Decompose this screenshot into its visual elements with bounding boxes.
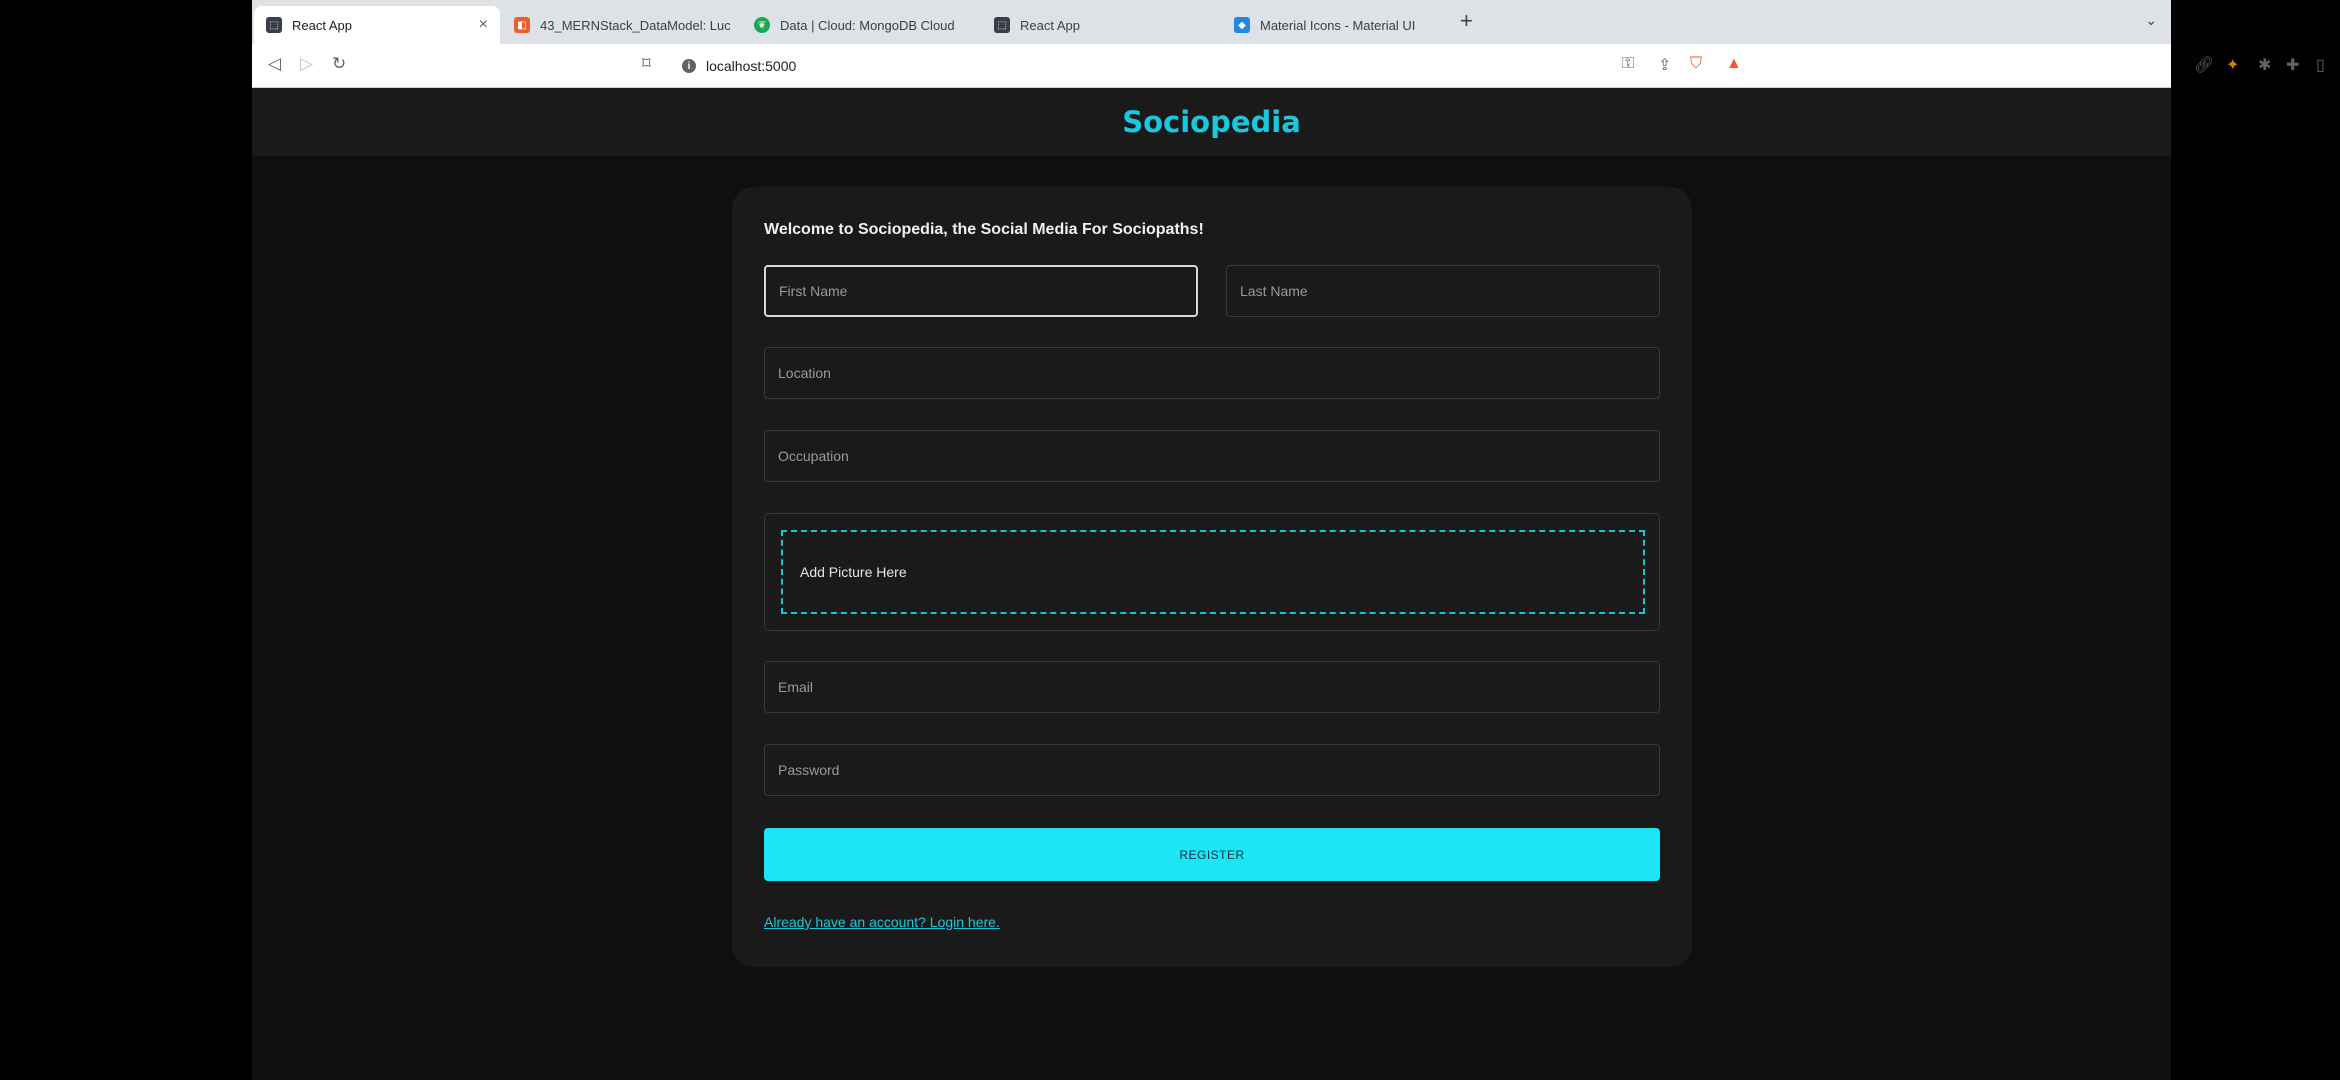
mongodb-favicon-icon: ❦ [754, 17, 770, 33]
location-input[interactable] [765, 348, 1659, 398]
close-tab-icon[interactable]: × [479, 16, 488, 34]
key-icon[interactable]: ⚿ [1622, 55, 1634, 73]
forward-icon[interactable]: ▷ [300, 54, 313, 74]
first-name-input[interactable] [766, 267, 1196, 315]
tab-mongodb[interactable]: ❦ Data | Cloud: MongoDB Cloud [742, 6, 982, 44]
tab-react-app-active[interactable]: ⬚ React App × [254, 6, 500, 44]
occupation-input[interactable] [765, 431, 1659, 481]
sidebar-icon[interactable]: ▯ [2316, 55, 2325, 75]
picture-upload-box: Add Picture Here [764, 513, 1660, 631]
email-input[interactable] [765, 662, 1659, 712]
password-input[interactable] [765, 745, 1659, 795]
brave-rewards-icon[interactable]: ▲ [1726, 55, 1742, 73]
new-tab-icon[interactable]: + [1460, 8, 1473, 34]
picture-dropzone[interactable]: Add Picture Here [781, 530, 1645, 614]
back-icon[interactable]: ◁ [268, 54, 281, 74]
tab-lucid[interactable]: ◧ 43_MERNStack_DataModel: Lucid [502, 6, 742, 44]
tab-react-app[interactable]: ⬚ React App [982, 6, 1222, 44]
tab-material-icons[interactable]: ◆ Material Icons - Material UI [1222, 6, 1452, 44]
link-icon[interactable]: 🔗︎ [2194, 55, 2214, 75]
browser-toolbar: ◁ ▷ ↻ ⌑ i localhost:5000 ⚿ ⇪ ⛉ ▲ 🔗︎ ✦ ✱ … [252, 44, 2325, 88]
reload-icon[interactable]: ↻ [332, 54, 346, 74]
share-icon[interactable]: ⇪ [1658, 55, 1671, 75]
extension-icon[interactable]: ✱ [2258, 55, 2271, 75]
occupation-field[interactable] [764, 430, 1660, 482]
email-field[interactable] [764, 661, 1660, 713]
mui-favicon-icon: ◆ [1234, 17, 1250, 33]
lucid-favicon-icon: ◧ [514, 17, 530, 33]
site-info-icon[interactable]: i [682, 59, 696, 73]
browser-window: ⬚ React App × ◧ 43_MERNStack_DataModel: … [252, 0, 2325, 1080]
brave-shield-icon[interactable]: ⛉ [1690, 55, 1702, 73]
welcome-heading: Welcome to Sociopedia, the Social Media … [764, 221, 1204, 238]
app-header: Sociopedia [252, 88, 2171, 156]
register-button[interactable]: REGISTER [764, 828, 1660, 881]
register-form-card: Welcome to Sociopedia, the Social Media … [732, 187, 1692, 967]
url-text[interactable]: localhost:5000 [706, 58, 796, 74]
react-favicon-icon: ⬚ [994, 17, 1010, 33]
last-name-field[interactable] [1226, 265, 1660, 317]
login-link[interactable]: Already have an account? Login here. [764, 914, 1000, 930]
password-field[interactable] [764, 744, 1660, 796]
address-bar[interactable]: i localhost:5000 [682, 50, 1907, 82]
tab-bar: ⬚ React App × ◧ 43_MERNStack_DataModel: … [252, 0, 2171, 44]
last-name-input[interactable] [1227, 266, 1659, 316]
puzzle-icon[interactable]: ✚ [2286, 55, 2299, 75]
app-title[interactable]: Sociopedia [1122, 105, 1301, 139]
first-name-field[interactable] [764, 265, 1198, 317]
react-favicon-icon: ⬚ [266, 17, 282, 33]
bookmark-icon[interactable]: ⌑ [642, 54, 651, 74]
metamask-icon[interactable]: ✦ [2226, 55, 2239, 75]
location-field[interactable] [764, 347, 1660, 399]
dropzone-label: Add Picture Here [800, 564, 907, 580]
chevron-down-icon[interactable]: ⌄ [2145, 12, 2157, 29]
